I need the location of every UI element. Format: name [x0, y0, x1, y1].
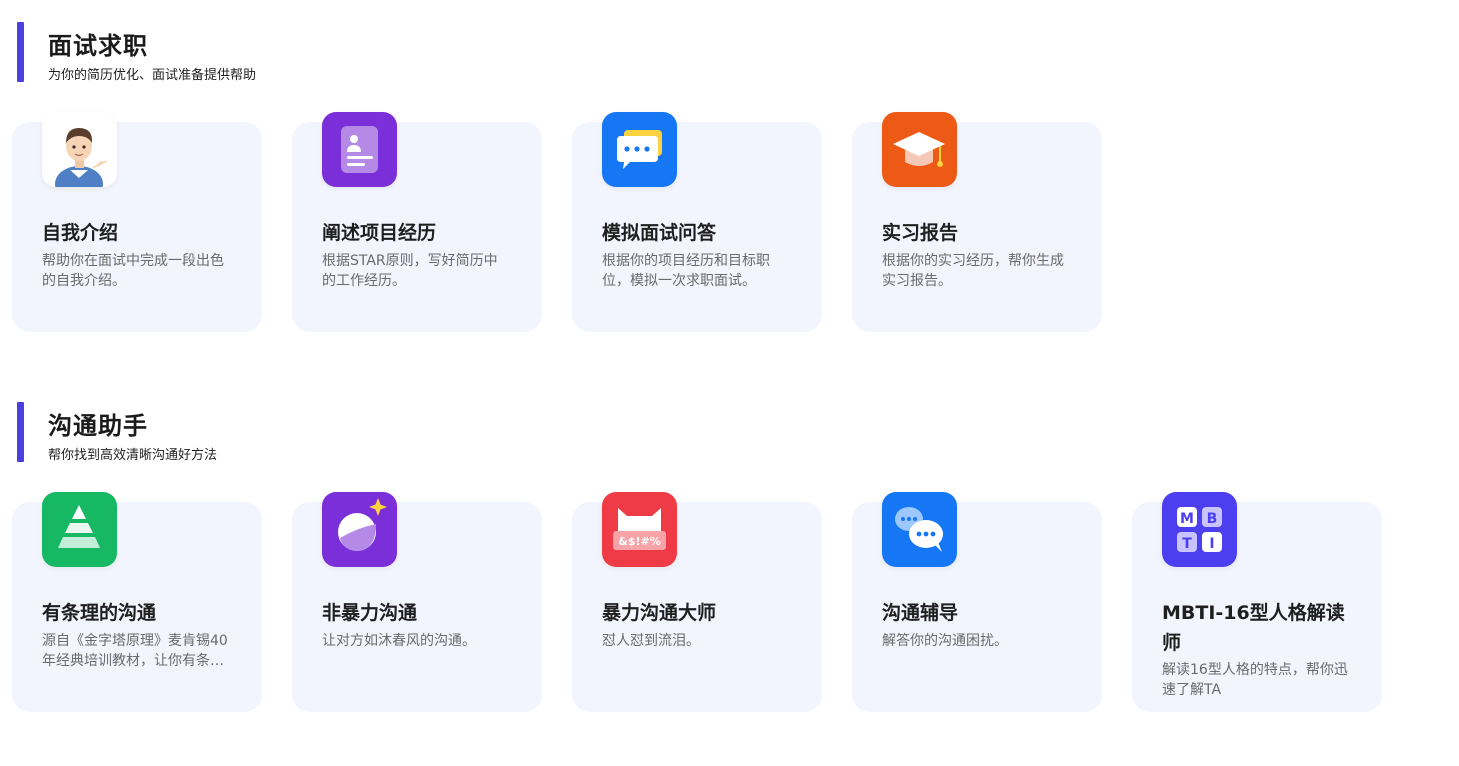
conversation-bubbles-icon	[882, 492, 957, 567]
angry-devil-icon: &$!#%	[602, 492, 677, 567]
card-description: 根据你的项目经历和目标职位，模拟一次求职面试。	[602, 253, 770, 289]
card-title: 阐述项目经历	[322, 222, 437, 244]
card-violent-communication-master[interactable]: &$!#% 暴力沟通大师 怼人怼到流泪。	[572, 492, 822, 712]
card-title: MBTI-16型人格解读师	[1162, 602, 1345, 654]
card-description: 解答你的沟通困扰。	[882, 633, 1008, 649]
mbti-letter: M	[1180, 511, 1194, 527]
pyramid-icon	[42, 492, 117, 567]
card-title: 自我介绍	[42, 222, 119, 244]
mbti-blocks-icon: M B T I	[1162, 492, 1237, 567]
resume-document-icon	[322, 112, 397, 187]
card-description: 解读16型人格的特点，帮你迅速了解TA	[1162, 662, 1348, 698]
graduation-cap-icon	[882, 112, 957, 187]
card-title: 非暴力沟通	[322, 602, 418, 624]
card-description: 根据STAR原则，写好简历中的工作经历。	[322, 253, 498, 289]
chat-bubbles-icon	[602, 112, 677, 187]
mbti-letter: T	[1182, 536, 1192, 552]
section-subtitle: 帮你找到高效清晰沟通好方法	[48, 448, 218, 463]
card-mbti-interpreter[interactable]: M B T I MBTI-16型人格解读师 解读16型人格的特点，帮你迅速了解T…	[1132, 492, 1382, 712]
card-title: 实习报告	[882, 222, 959, 244]
card-project-experience[interactable]: 阐述项目经历 根据STAR原则，写好简历中的工作经历。	[292, 112, 542, 332]
card-description: 帮助你在面试中完成一段出色的自我介绍。	[42, 253, 224, 289]
card-title: 沟通辅导	[882, 602, 959, 624]
icon-symbol-text: &$!#%	[618, 535, 661, 548]
card-title: 模拟面试问答	[602, 222, 717, 244]
mbti-letter: B	[1207, 511, 1218, 527]
sparkle-moon-icon	[322, 492, 397, 567]
person-tipping-hand-icon	[42, 112, 117, 187]
card-title: 有条理的沟通	[42, 602, 157, 624]
section-subtitle: 为你的简历优化、面试准备提供帮助	[48, 68, 257, 83]
section-title: 面试求职	[48, 32, 148, 60]
card-internship-report[interactable]: 实习报告 根据你的实习经历，帮你生成实习报告。	[852, 112, 1102, 332]
card-structured-communication[interactable]: 有条理的沟通 源自《金字塔原理》麦肯锡40 年经典培训教材，让你有条理地沟通。	[12, 492, 262, 712]
section-title: 沟通助手	[48, 412, 148, 440]
section-accent-bar	[17, 22, 24, 82]
mbti-letter: I	[1209, 536, 1214, 552]
card-description: 让对方如沐春风的沟通。	[322, 633, 476, 649]
card-mock-interview[interactable]: 模拟面试问答 根据你的项目经历和目标职位，模拟一次求职面试。	[572, 112, 822, 332]
card-description: 源自《金字塔原理》麦肯锡40 年经典培训教材，让你有条理地沟通。	[42, 633, 228, 669]
card-nonviolent-communication[interactable]: 非暴力沟通 让对方如沐春风的沟通。	[292, 492, 542, 712]
section-accent-bar	[17, 402, 24, 462]
card-description: 根据你的实习经历，帮你生成实习报告。	[882, 253, 1064, 289]
card-self-intro[interactable]: 自我介绍 帮助你在面试中完成一段出色的自我介绍。	[12, 112, 262, 332]
card-title: 暴力沟通大师	[602, 602, 717, 624]
card-description: 怼人怼到流泪。	[602, 633, 700, 649]
card-communication-coaching[interactable]: 沟通辅导 解答你的沟通困扰。	[852, 492, 1102, 712]
